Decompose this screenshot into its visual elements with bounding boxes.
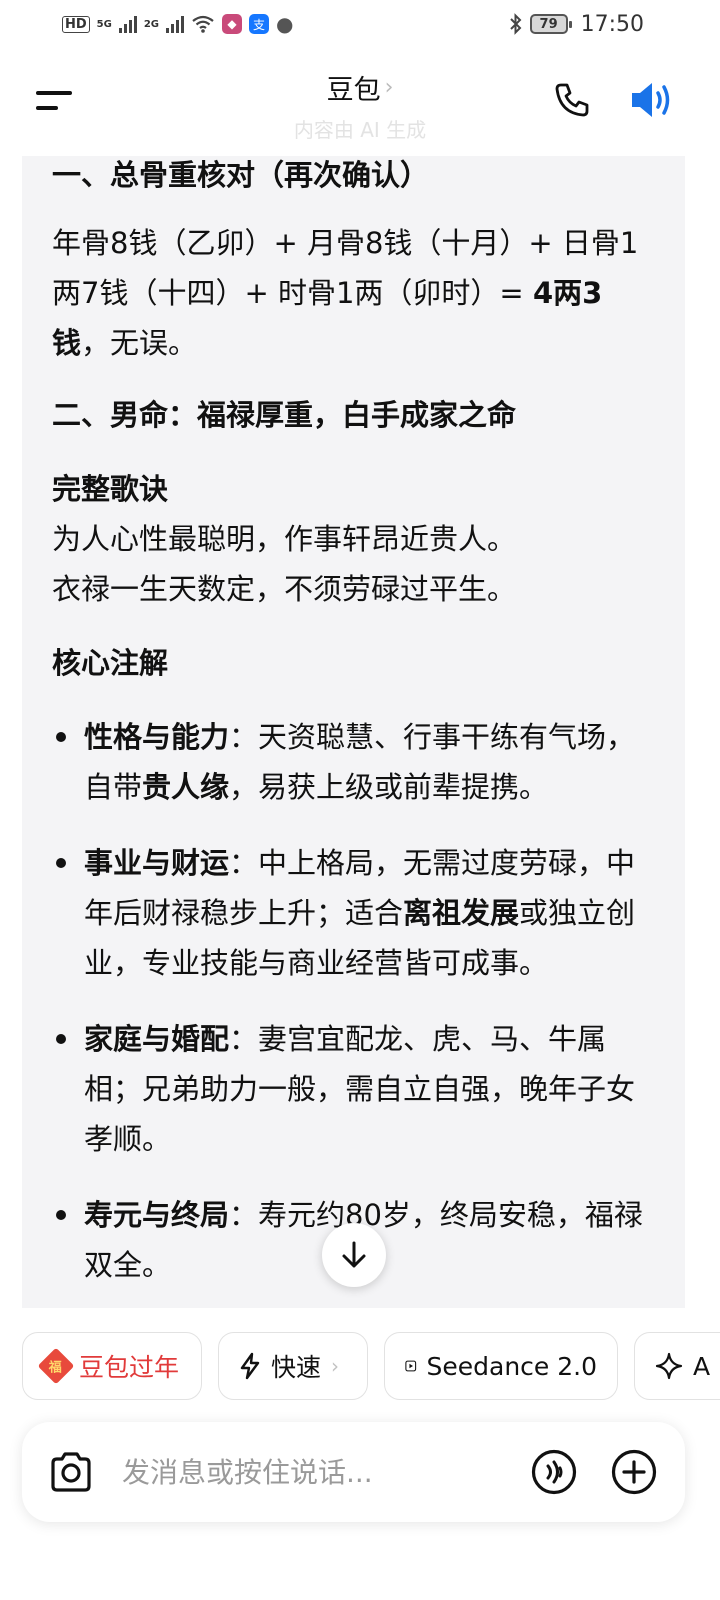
bone-weight-paragraph: 年骨8钱（乙卯）+ 月骨8钱（十月）+ 日骨1两7钱（十四）+ 时骨1两（卯时）…: [52, 218, 655, 368]
message-input[interactable]: [122, 1448, 422, 1496]
scroll-to-bottom-button[interactable]: [322, 1223, 386, 1287]
hd-icon: HD: [62, 15, 90, 33]
list-item: 性格与能力：天资聪慧、行事干练有气场，自带贵人缘，易获上级或前辈提携。: [52, 712, 655, 812]
chevron-right-icon: ›: [331, 1354, 340, 1378]
chip-fast-mode[interactable]: 快速 ›: [218, 1332, 368, 1400]
list-item: 家庭与婚配：妻宫宜配龙、虎、马、牛属相；兄弟助力一般，需自立自强，晚年子女孝顺。: [52, 1014, 655, 1164]
sparkle-icon: [655, 1352, 683, 1380]
message-input-bar: [22, 1422, 685, 1522]
bullet-title: 性格与能力: [84, 720, 230, 754]
header-subtitle: 内容由 AI 生成: [293, 118, 427, 142]
bullet-title: 寿元与终局: [84, 1198, 230, 1232]
add-attachment-button[interactable]: [611, 1449, 657, 1495]
battery-icon: 79: [529, 14, 572, 34]
chat-bubble-icon: ●: [276, 12, 294, 36]
bullet-title: 事业与财运: [84, 846, 230, 880]
chat-title[interactable]: 豆包 ›: [0, 68, 720, 107]
status-right: 79 17:50: [509, 12, 644, 37]
notes-list: 性格与能力：天资聪慧、行事干练有气场，自带贵人缘，易获上级或前辈提携。 事业与财…: [52, 712, 655, 1290]
alipay-icon: 支: [249, 14, 270, 34]
verse-title: 完整歌诀: [52, 472, 169, 506]
app-header: 豆包 › 内容由 AI 生成: [0, 58, 720, 148]
bullet-title: 家庭与婚配: [84, 1022, 230, 1056]
game-app-icon: ◆: [222, 14, 243, 34]
list-item: 事业与财运：中上格局，无需过度劳碌，中年后财禄稳步上升；适合离祖发展或独立创业，…: [52, 838, 655, 988]
bullet-text-tail: ，易获上级或前辈提携。: [229, 770, 549, 804]
plus-icon: [611, 1449, 657, 1495]
chip-label: 快速: [271, 1353, 322, 1382]
verse-line-1: 为人心性最聪明，作事轩昂近贵人。: [52, 522, 517, 556]
assistant-message: 一、总骨重核对（再次确认） 年骨8钱（乙卯）+ 月骨8钱（十月）+ 日骨1两7钱…: [22, 156, 685, 1308]
lightning-icon: [240, 1352, 260, 1380]
chip-label: A: [693, 1351, 711, 1381]
section-title-bone-weight: 一、总骨重核对（再次确认）: [52, 158, 430, 192]
screen: HD 5G 2G ◆ 支 ● 79 17:50 豆包 › 内容由 AI 生成 一…: [0, 0, 720, 1600]
camera-icon: [51, 1452, 91, 1492]
chip-seedance[interactable]: Seedance 2.0: [384, 1332, 618, 1400]
network-5g-label: 5G: [96, 18, 112, 30]
bone-weight-suffix: ，无误。: [81, 326, 198, 360]
wifi-icon: [192, 15, 214, 33]
notes-title: 核心注解: [52, 646, 169, 680]
chat-title-text: 豆包: [326, 75, 381, 106]
phone-icon: [555, 83, 589, 117]
network-2g-label: 2G: [143, 18, 160, 30]
section-title-male-fate: 二、男命：福禄厚重，白手成家之命: [52, 398, 517, 432]
chip-more[interactable]: A: [634, 1332, 720, 1400]
status-left: HD 5G 2G ◆ 支 ●: [62, 12, 293, 36]
chip-label: 豆包过年: [79, 1353, 180, 1382]
chip-label: Seedance 2.0: [426, 1351, 598, 1381]
bluetooth-icon: [509, 13, 522, 35]
quick-chips: 福 豆包过年 快速 › Seedance 2.0 A: [22, 1332, 720, 1400]
chip-doubao-new-year[interactable]: 福 豆包过年: [22, 1332, 202, 1400]
speaker-button[interactable]: [628, 78, 676, 122]
bullet-bold: 贵人缘: [142, 770, 230, 804]
chevron-right-icon: ›: [384, 75, 394, 100]
camera-button[interactable]: [48, 1450, 94, 1494]
status-bar: HD 5G 2G ◆ 支 ● 79 17:50: [0, 0, 720, 48]
voice-wave-icon: [531, 1449, 577, 1495]
message-content: 一、总骨重核对（再次确认） 年骨8钱（乙卯）+ 月骨8钱（十月）+ 日骨1两7钱…: [52, 156, 655, 1290]
arrow-down-icon: [342, 1241, 366, 1268]
signal-strength-icon: [118, 15, 137, 33]
signal-strength-icon-2: [166, 15, 185, 33]
speaker-icon: [632, 83, 670, 117]
video-play-icon: [405, 1360, 417, 1372]
verse-line-2: 衣禄一生天数定，不须劳碌过平生。: [52, 572, 517, 606]
bullet-bold: 离祖发展: [403, 896, 520, 930]
fu-icon: 福: [37, 1347, 75, 1385]
voice-mode-button[interactable]: [531, 1449, 577, 1495]
status-time: 17:50: [580, 11, 644, 37]
phone-call-button[interactable]: [552, 80, 592, 120]
